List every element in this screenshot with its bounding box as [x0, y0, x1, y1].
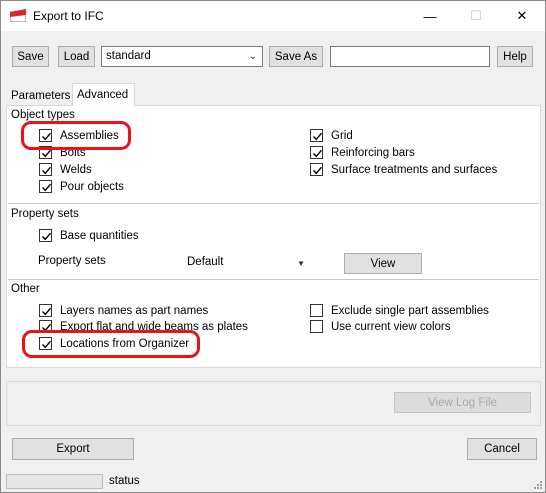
tab-parameters[interactable]: Parameters — [7, 86, 71, 106]
checkbox-box — [39, 180, 52, 193]
export-button[interactable]: Export — [12, 438, 134, 460]
checkbox-box — [310, 146, 323, 159]
welds-label: Welds — [60, 163, 92, 176]
checkbox-box — [39, 229, 52, 242]
tekla-app-icon — [10, 9, 26, 22]
checkbox-box — [310, 304, 323, 317]
save-as-button[interactable]: Save As — [269, 46, 323, 67]
surface-treatments-label: Surface treatments and surfaces — [331, 163, 498, 176]
base-quantities-label: Base quantities — [60, 229, 139, 242]
close-icon[interactable]: ✕ — [499, 1, 545, 31]
progress-bar — [6, 474, 103, 489]
layer-names-checkbox[interactable]: Layers names as part names — [39, 304, 208, 317]
use-current-view-colors-label: Use current view colors — [331, 320, 451, 333]
property-sets-heading: Property sets — [11, 208, 79, 220]
checkbox-box — [310, 129, 323, 142]
welds-checkbox[interactable]: Welds — [39, 163, 92, 176]
status-bar: status — [1, 471, 545, 492]
section-divider — [8, 279, 539, 280]
locations-highlight-annotation — [22, 330, 200, 358]
exclude-single-part-label: Exclude single part assemblies — [331, 304, 489, 317]
use-current-view-colors-checkbox[interactable]: Use current view colors — [310, 320, 451, 333]
grid-label: Grid — [331, 129, 353, 142]
section-divider — [8, 203, 539, 204]
other-heading: Other — [11, 283, 40, 295]
pour-objects-checkbox[interactable]: Pour objects — [39, 180, 124, 193]
save-as-name-input[interactable] — [330, 46, 490, 67]
property-sets-select[interactable]: Default ▼ — [182, 252, 311, 273]
title-bar: Export to IFC — ☐ ✕ — [1, 1, 545, 31]
grid-checkbox[interactable]: Grid — [310, 129, 353, 142]
pour-objects-label: Pour objects — [60, 180, 124, 193]
resize-grip-icon[interactable] — [533, 480, 543, 490]
settings-select-value: standard — [106, 50, 151, 62]
surface-treatments-checkbox[interactable]: Surface treatments and surfaces — [310, 163, 497, 176]
minimize-icon[interactable]: — — [407, 1, 453, 31]
checkbox-box — [310, 163, 323, 176]
checkbox-box — [39, 304, 52, 317]
help-button[interactable]: Help — [497, 46, 533, 67]
assemblies-highlight-annotation — [21, 121, 131, 150]
cancel-button[interactable]: Cancel — [467, 438, 537, 460]
object-types-heading: Object types — [11, 109, 75, 121]
reinforcing-bars-checkbox[interactable]: Reinforcing bars — [310, 146, 415, 159]
export-to-ifc-dialog: Export to IFC — ☐ ✕ Save Load standard ⌄… — [0, 0, 546, 493]
view-log-file-button[interactable]: View Log File — [394, 392, 531, 413]
property-sets-field-label: Property sets — [38, 255, 106, 267]
dropdown-arrow-icon: ▼ — [297, 259, 305, 268]
load-button[interactable]: Load — [58, 46, 95, 67]
checkbox-box — [310, 320, 323, 333]
maximize-icon: ☐ — [470, 8, 482, 23]
exclude-single-part-checkbox[interactable]: Exclude single part assemblies — [310, 304, 489, 317]
base-quantities-checkbox[interactable]: Base quantities — [39, 229, 139, 242]
status-text: status — [109, 475, 140, 487]
window-title: Export to IFC — [33, 9, 104, 23]
layer-names-label: Layers names as part names — [60, 304, 209, 317]
save-button[interactable]: Save — [12, 46, 49, 67]
checkbox-box — [39, 163, 52, 176]
tab-advanced[interactable]: Advanced — [72, 83, 135, 106]
reinforcing-bars-label: Reinforcing bars — [331, 146, 415, 159]
property-sets-select-value: Default — [187, 256, 224, 268]
chevron-down-icon: ⌄ — [248, 51, 257, 62]
settings-select[interactable]: standard ⌄ — [101, 46, 263, 67]
view-property-sets-button[interactable]: View — [344, 253, 422, 274]
